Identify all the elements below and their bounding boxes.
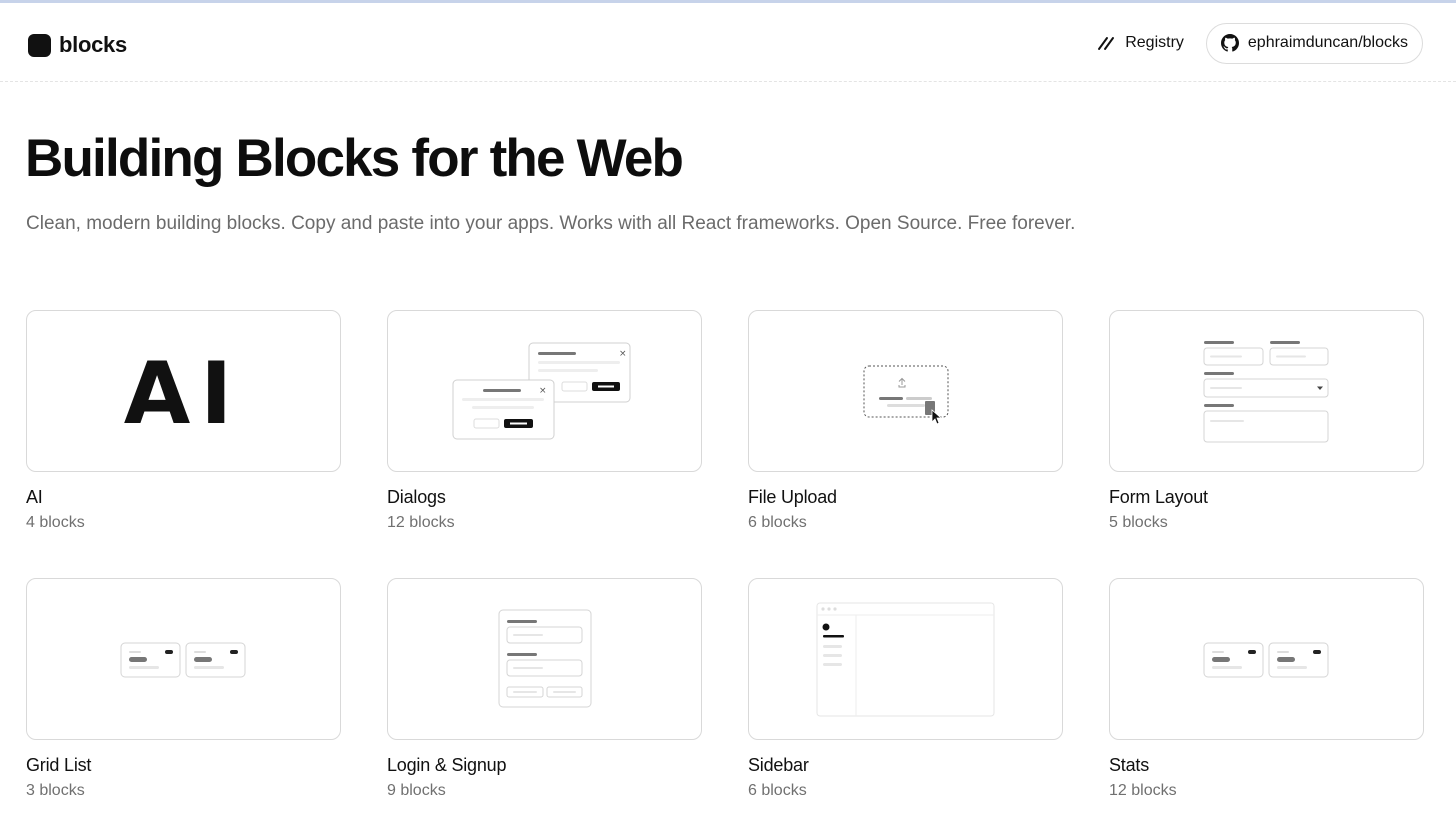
category-card-dialogs[interactable]: × × Dialogs 12 blocks	[387, 310, 702, 532]
dialogs-preview-icon: × ×	[387, 310, 702, 472]
card-count: 6 blocks	[748, 782, 807, 799]
category-card-file-upload[interactable]: File Upload 6 blocks	[748, 310, 1063, 532]
card-count: 12 blocks	[387, 514, 455, 531]
form-layout-preview-icon	[1109, 310, 1424, 472]
site-header: blocks Registry ephraimduncan/blocks	[0, 3, 1456, 82]
registry-slash-icon	[1098, 37, 1115, 50]
category-card-sidebar[interactable]: Sidebar 6 blocks	[748, 578, 1063, 800]
brand-name: blocks	[59, 32, 127, 57]
github-icon	[1220, 34, 1239, 52]
category-card-form-layout[interactable]: Form Layout 5 blocks	[1109, 310, 1424, 532]
card-count: 3 blocks	[26, 782, 85, 799]
card-title: Sidebar	[748, 755, 809, 775]
github-repo-label: ephraimduncan/blocks	[1247, 34, 1408, 51]
file-upload-preview-icon	[748, 310, 1063, 472]
grid-list-preview-icon	[26, 578, 341, 740]
registry-label: Registry	[1125, 34, 1184, 51]
sidebar-preview-icon	[748, 578, 1063, 740]
category-card-login-signup[interactable]: Login & Signup 9 blocks	[387, 578, 702, 800]
card-title: Grid List	[26, 755, 92, 775]
svg-text:×: ×	[539, 386, 547, 396]
card-count: 9 blocks	[387, 782, 446, 799]
card-title: Form Layout	[1109, 487, 1208, 507]
stats-preview-icon	[1109, 578, 1424, 740]
category-card-stats[interactable]: Stats 12 blocks	[1109, 578, 1424, 800]
svg-text:×: ×	[619, 349, 627, 359]
registry-link[interactable]: Registry	[1097, 22, 1184, 64]
card-count: 6 blocks	[748, 514, 807, 531]
header-nav: Registry ephraimduncan/blocks	[1097, 22, 1423, 64]
card-title: File Upload	[748, 487, 837, 507]
card-title: Dialogs	[387, 487, 446, 507]
card-title: Stats	[1109, 755, 1150, 775]
page-subtitle: Clean, modern building blocks. Copy and …	[26, 213, 1076, 234]
category-card-grid-list[interactable]: Grid List 3 blocks	[26, 578, 341, 800]
blocks-logo-icon	[28, 33, 51, 57]
card-title: AI	[26, 487, 43, 507]
brand-logo-link[interactable]: blocks	[28, 32, 127, 58]
page-title: Building Blocks for the Web	[25, 129, 684, 188]
card-count: 12 blocks	[1109, 782, 1177, 799]
card-count: 5 blocks	[1109, 514, 1168, 531]
card-title: Login & Signup	[387, 755, 507, 775]
ai-preview-icon: AI	[26, 310, 341, 472]
category-card-ai[interactable]: AI AI 4 blocks	[26, 310, 341, 532]
login-signup-preview-icon	[387, 578, 702, 740]
ai-preview-text: AI	[124, 344, 243, 444]
card-count: 4 blocks	[26, 514, 85, 531]
github-repo-button[interactable]: ephraimduncan/blocks	[1205, 22, 1423, 64]
